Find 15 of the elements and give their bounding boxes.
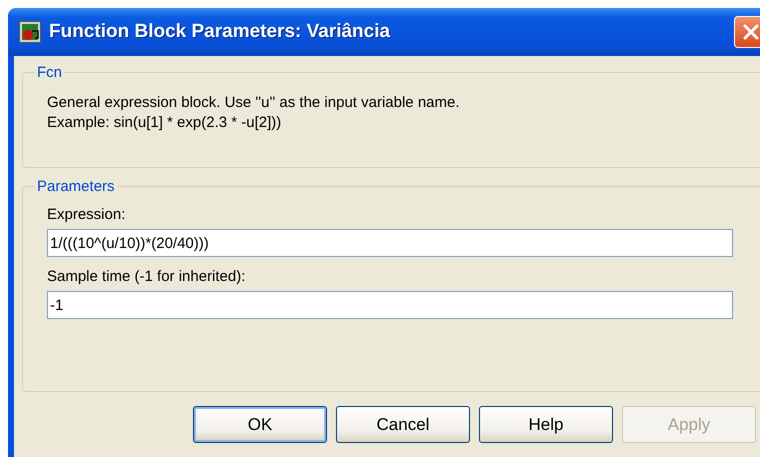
field-label: Expression: [47,205,126,225]
close-icon [741,22,760,42]
dialog-button[interactable]: OK [193,406,327,443]
input-field[interactable]: 1/(((10^(u/10))*(20/40))) [47,229,733,257]
close-button[interactable] [734,16,760,48]
input-field[interactable]: -1 [47,291,733,319]
window-title: Function Block Parameters: Variância [49,21,392,43]
dialog-button[interactable]: Help [479,406,613,443]
description-text: Example: sin(u[1] * exp(2.3 * -u[2])) [47,113,282,133]
dialog-button[interactable]: Cancel [336,406,470,443]
group-title: Fcn [36,64,64,81]
field-label: Sample time (-1 for inherited): [47,267,246,287]
description-text: General expression block. Use ''u'' as the input variable name. [47,93,461,113]
block-diagram-icon [19,21,41,43]
group-title: Parameters [36,178,116,195]
